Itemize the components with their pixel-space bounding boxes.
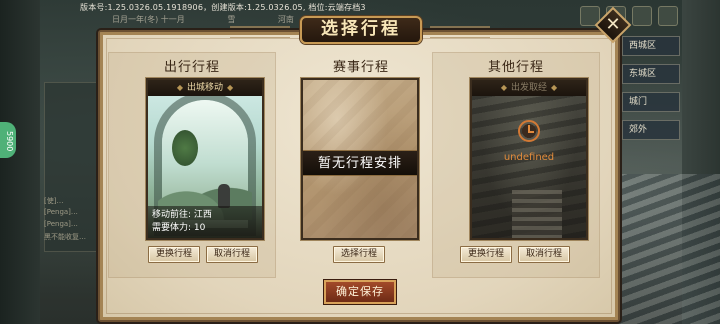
date-text: 日月一年(冬) 十一月: [112, 15, 185, 24]
menu-icon[interactable]: [632, 6, 652, 26]
version-text: 版本号:1.25.0326.05.1918906，创建版本:1.25.0326.…: [80, 3, 366, 12]
travel-info: 移动前往: 江西 需要体力: 10: [148, 206, 262, 238]
other-itinerary-column: 其他行程 ◆ 出发取经 ◆ undefined 更换行程 取消行程: [432, 52, 600, 278]
menu-icon[interactable]: [658, 6, 678, 26]
side-badge[interactable]: 5900: [0, 122, 16, 158]
left-sidebar: [0, 0, 40, 324]
clock-icon: [518, 120, 540, 142]
stamina-label: 需要体力:: [152, 223, 192, 233]
cancel-itinerary-button[interactable]: 取消行程: [206, 246, 258, 263]
weather-text: 雪: [227, 15, 236, 24]
stamina-value: 10: [193, 223, 206, 233]
competition-itinerary-column: 赛事行程 暂无行程安排 选择行程: [277, 52, 445, 278]
chat-line: [Penga]…: [44, 208, 78, 216]
destination-label: 移动前往:: [152, 210, 192, 220]
chat-line: 黑不能收复…: [44, 233, 86, 241]
column-heading: 出行行程: [163, 60, 220, 75]
card-title: ◆ 出发取经 ◆: [472, 80, 586, 96]
cancel-itinerary-button[interactable]: 取消行程: [518, 246, 570, 263]
travel-card[interactable]: ◆ 出城移动 ◆ 移动前往: 江西 需要体力: 10: [146, 78, 264, 240]
competition-card[interactable]: 暂无行程安排: [301, 78, 419, 240]
chat-line: [使]…: [44, 197, 64, 205]
status-text: undefined: [503, 152, 555, 163]
dialog-title: 选择行程: [300, 16, 422, 44]
menu-west-district[interactable]: 西城区: [622, 36, 680, 56]
confirm-save-button[interactable]: 确定保存: [324, 280, 396, 304]
column-heading: 其他行程: [487, 60, 544, 75]
travel-itinerary-column: 出行行程 ◆ 出城移动 ◆ 移动前往: 江西 需要体力: 10 更换行程 取消行程: [108, 52, 276, 278]
column-heading: 赛事行程: [332, 60, 389, 75]
close-icon: ✕: [605, 14, 621, 35]
title-ornament: [430, 26, 490, 38]
empty-state-text: 暂无行程安排: [303, 150, 417, 176]
menu-city-gate[interactable]: 城门: [622, 92, 680, 112]
menu-east-district[interactable]: 东城区: [622, 64, 680, 84]
location-text: 河南: [277, 15, 294, 24]
change-itinerary-button[interactable]: 更换行程: [460, 246, 512, 263]
destination-value: 江西: [193, 210, 212, 220]
menu-suburbs[interactable]: 郊外: [622, 120, 680, 140]
chat-line: [Penga]…: [44, 220, 78, 228]
city-rooftops: [610, 174, 720, 324]
itinerary-dialog: 选择行程 ✕ 出行行程 ◆ 出城移动 ◆ 移动前往: 江西 需要体力: 10 更换行…: [98, 6, 632, 322]
title-ornament: [230, 26, 290, 38]
select-itinerary-button[interactable]: 选择行程: [333, 246, 385, 263]
change-itinerary-button[interactable]: 更换行程: [148, 246, 200, 263]
other-card[interactable]: ◆ 出发取经 ◆ undefined: [470, 78, 588, 240]
card-title: ◆ 出城移动 ◆: [148, 80, 262, 96]
